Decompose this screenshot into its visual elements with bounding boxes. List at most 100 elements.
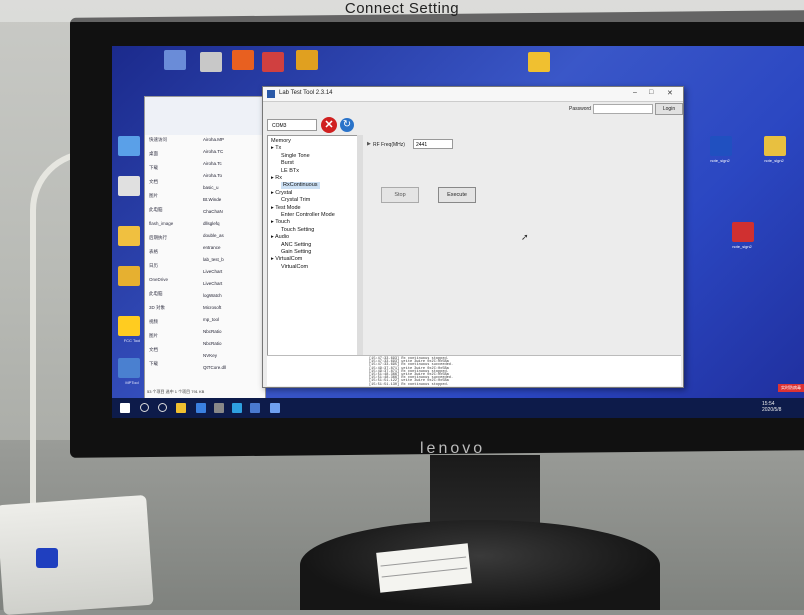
rf-freq-input[interactable]: 2441 (413, 139, 453, 149)
explorer-file-item[interactable]: basic_u (203, 185, 219, 190)
disconnect-icon[interactable]: ✕ (321, 117, 337, 133)
explorer-file-list: Airoha.MP Airoha.TC Airoha.Tc Airoha.To basi… (201, 137, 265, 387)
tree-item[interactable]: RxContinuous (281, 182, 320, 190)
tree-item[interactable]: ▸ VirtualCom (271, 256, 302, 263)
tree-scrollbar[interactable] (357, 135, 363, 355)
antivirus-notification[interactable]: 实时防病毒 (778, 384, 804, 392)
explorer-sidebar-item[interactable]: flash_image (149, 221, 173, 226)
fcc-tool-icon[interactable] (118, 316, 140, 336)
explorer-sidebar-item[interactable]: 下载 (149, 165, 158, 171)
search-icon[interactable] (140, 403, 149, 412)
document-icon[interactable] (764, 136, 786, 156)
file-explorer-window: 快速访问 桌面 下载 文档 图片 此电脑 flash_image 后期执行 表格 日历 OneDri… (144, 96, 266, 400)
tree-item[interactable]: ▸ Touch (271, 219, 290, 226)
computer-icon[interactable] (118, 176, 140, 196)
tree-item[interactable]: Enter Controller Mode (281, 212, 335, 219)
mptool-icon[interactable] (118, 358, 140, 378)
explorer-sidebar-item[interactable]: 图片 (149, 333, 158, 339)
refresh-icon[interactable]: ↻ (340, 118, 354, 132)
explorer-file-item[interactable]: NbcRatio (203, 341, 222, 346)
explorer-sidebar-item[interactable]: 文档 (149, 179, 158, 185)
explorer-file-item[interactable]: Bt.Winde (203, 197, 221, 202)
explorer-file-item[interactable]: logWatch (203, 293, 222, 298)
tree-item[interactable]: Memory (271, 138, 291, 145)
app-icon[interactable] (296, 50, 318, 70)
lab-tool-taskbar-icon[interactable] (270, 403, 280, 413)
tree-item[interactable]: Crystal Trim (281, 197, 310, 204)
app-taskbar-icon[interactable] (232, 403, 242, 413)
app-icon[interactable] (262, 52, 284, 72)
tree-item[interactable]: Touch Setting (281, 227, 314, 234)
explorer-sidebar-item[interactable]: 3D 对象 (149, 305, 165, 311)
explorer-sidebar-item[interactable]: OneDrive (149, 277, 168, 282)
tree-item[interactable]: ANC Setting (281, 242, 311, 249)
maximize-icon[interactable]: □ (649, 89, 653, 96)
app-icon (267, 90, 275, 98)
explorer-sidebar-item[interactable]: 日历 (149, 263, 158, 269)
explorer-sidebar-item[interactable]: 文档 (149, 347, 158, 353)
explorer-file-item[interactable]: Microsoft (203, 305, 221, 310)
pdf-icon[interactable] (732, 222, 754, 242)
explorer-file-item[interactable]: Airoha.Tc (203, 161, 222, 166)
explorer-sidebar-item[interactable]: 快速访问 (149, 137, 167, 143)
explorer-sidebar-item[interactable]: 此电脑 (149, 207, 163, 213)
document-icon[interactable] (710, 136, 732, 156)
folder-icon[interactable] (118, 136, 140, 156)
explorer-file-item[interactable]: LiveChart (203, 269, 222, 274)
settings-taskbar-icon[interactable] (214, 403, 224, 413)
start-icon[interactable] (120, 403, 130, 413)
monitor-brand-logo: lenovo (420, 440, 486, 457)
explorer-file-item[interactable]: NbcRatio (203, 329, 222, 334)
app-icon[interactable] (200, 52, 222, 72)
tree-item[interactable]: VirtualCom (281, 264, 308, 271)
close-icon[interactable]: ✕ (667, 89, 673, 97)
explorer-file-item[interactable]: ChaChaN (203, 209, 223, 214)
app-icon[interactable] (232, 50, 254, 70)
execute-button[interactable]: Execute (438, 187, 476, 203)
tree-item[interactable]: ▸ Crystal (271, 190, 292, 197)
explorer-sidebar-item[interactable]: 图片 (149, 193, 158, 199)
desktop-icon-label: note_sign2 (732, 244, 752, 249)
tool-icon[interactable] (118, 266, 140, 286)
explorer-sidebar-item[interactable]: 后期执行 (149, 235, 167, 241)
tree-item[interactable]: Single Tone (281, 153, 310, 160)
task-view-icon[interactable] (158, 403, 167, 412)
explorer-file-item[interactable]: NVKey (203, 353, 217, 358)
explorer-sidebar-item[interactable]: 表格 (149, 249, 158, 255)
explorer-file-item[interactable]: entrance (203, 245, 221, 250)
minimize-icon[interactable]: – (633, 89, 637, 96)
tree-item[interactable]: ▸ Audio (271, 234, 289, 241)
app-taskbar-icon[interactable] (250, 403, 260, 413)
explorer-sidebar-item[interactable]: 视频 (149, 319, 158, 325)
explorer-sidebar-item[interactable]: 此电脑 (149, 291, 163, 297)
explorer-file-item[interactable]: LiveChart (203, 281, 222, 286)
explorer-file-item[interactable]: Airoha.MP (203, 137, 224, 142)
explorer-file-item[interactable]: dllsglefq (203, 221, 220, 226)
explorer-file-item[interactable]: Airoha.To (203, 173, 222, 178)
stop-button[interactable]: Stop (381, 187, 419, 203)
explorer-file-item[interactable]: Airoha.TC (203, 149, 223, 154)
explorer-sidebar-item[interactable]: 下载 (149, 361, 158, 367)
tree-item[interactable]: ▸ Test Mode (271, 205, 301, 212)
tree-item[interactable]: Burst (281, 160, 294, 167)
tree-item[interactable]: LE BTx (281, 168, 299, 175)
tree-item[interactable]: Gain Setting (281, 249, 311, 256)
explorer-file-item[interactable]: double_as (203, 233, 224, 238)
app-icon[interactable] (164, 50, 186, 70)
com-port-select[interactable]: COM3 (267, 119, 317, 131)
app-taskbar-icon[interactable] (196, 403, 206, 413)
clock-date: 2020/5/8 (762, 407, 782, 413)
tree-item[interactable]: ▸ Tx (271, 145, 281, 152)
folder-icon[interactable] (118, 226, 140, 246)
tree-item[interactable]: ▸ Rx (271, 175, 282, 182)
explorer-file-item[interactable]: QtTCore.dll (203, 365, 226, 370)
password-input[interactable] (593, 104, 653, 114)
archive-icon[interactable] (528, 52, 550, 72)
log-output: [15:47:33.693] Rx continuous stopped. [15… (363, 355, 681, 386)
explorer-taskbar-icon[interactable] (176, 403, 186, 413)
explorer-file-item[interactable]: lab_test_b (203, 257, 224, 262)
explorer-file-item[interactable]: mp_tool (203, 317, 219, 322)
login-button[interactable]: Login (655, 103, 683, 115)
system-clock[interactable]: 15:54 2020/5/8 (762, 401, 781, 413)
explorer-sidebar-item[interactable]: 桌面 (149, 151, 158, 157)
